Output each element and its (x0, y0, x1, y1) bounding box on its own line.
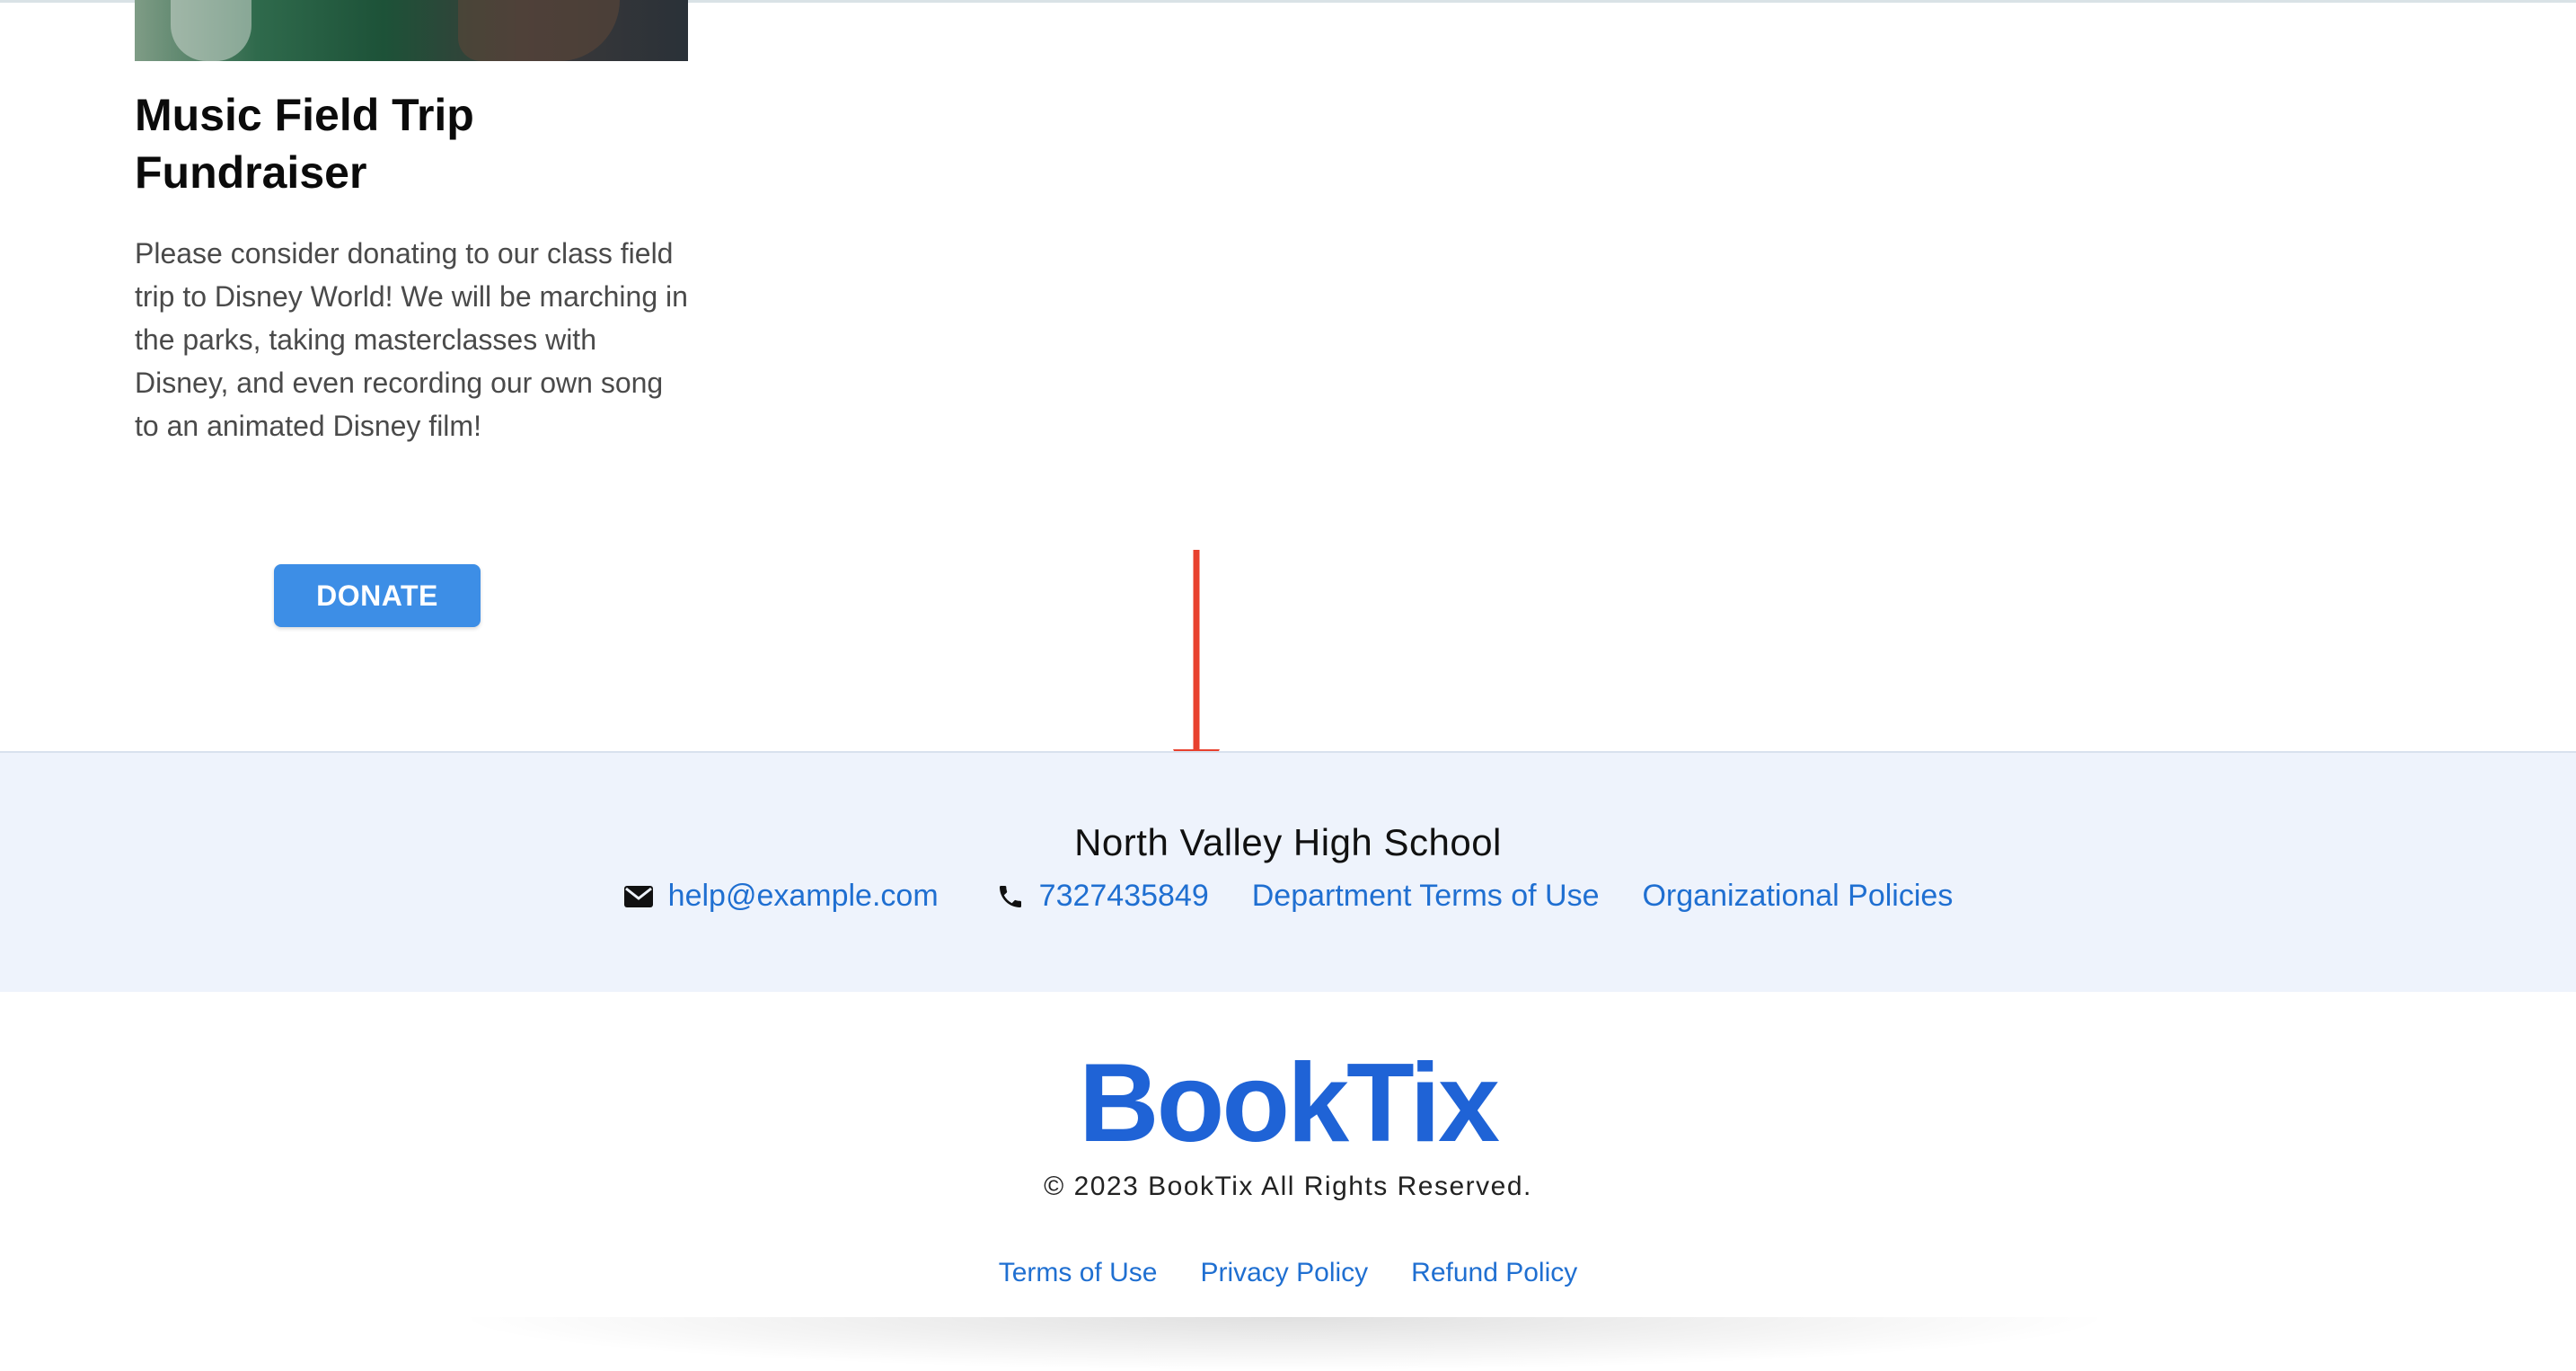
phone-link[interactable]: 7327435849 (1039, 879, 1209, 914)
envelope-icon (623, 885, 653, 907)
donate-button[interactable]: DONATE (274, 564, 481, 627)
email-link[interactable]: help@example.com (668, 879, 939, 914)
legal-links: Terms of Use Privacy Policy Refund Polic… (0, 1258, 2576, 1288)
campaign-title: Music Field Trip Fundraiser (135, 90, 474, 198)
bottom-shadow (449, 1317, 2120, 1371)
copyright-text: © 2023 BookTix All Rights Reserved. (1044, 1172, 1532, 1201)
email-contact: help@example.com (623, 879, 939, 914)
campaign-image (135, 0, 688, 61)
campaign-description: Please consider donating to our class fi… (135, 237, 688, 442)
campaign-image-detail (458, 0, 620, 61)
terms-of-use-link[interactable]: Terms of Use (999, 1258, 1158, 1288)
refund-policy-link[interactable]: Refund Policy (1411, 1258, 1577, 1288)
organizational-policies-link[interactable]: Organizational Policies (1642, 879, 1953, 914)
campaign-image-detail (171, 0, 251, 61)
booktix-logo[interactable]: BookTix (0, 1040, 2576, 1166)
organization-name: North Valley High School (1074, 821, 1502, 863)
phone-icon (999, 885, 1021, 907)
phone-contact: 7327435849 (996, 879, 1209, 914)
department-terms-link[interactable]: Department Terms of Use (1252, 879, 1600, 914)
organization-contact-row: help@example.com 7327435849 Department T… (0, 879, 2576, 914)
organization-footer: North Valley High School help@example.co… (0, 751, 2576, 992)
privacy-policy-link[interactable]: Privacy Policy (1200, 1258, 1368, 1288)
